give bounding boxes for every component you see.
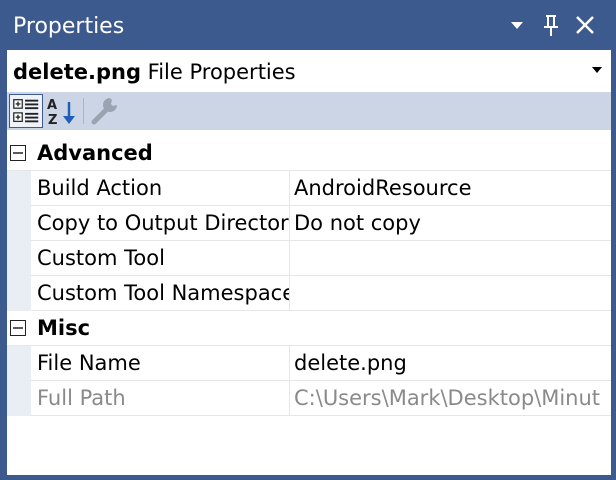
close-icon[interactable] (572, 12, 598, 38)
category-misc[interactable]: Misc (7, 311, 611, 346)
property-toolbar: A Z (7, 92, 611, 130)
dropdown-icon[interactable] (504, 12, 530, 38)
chevron-down-icon[interactable] (590, 64, 604, 76)
category-advanced[interactable]: Advanced (7, 136, 611, 171)
collapse-icon[interactable] (10, 145, 26, 161)
property-row[interactable]: Build Action AndroidResource (7, 171, 611, 206)
property-value[interactable]: Do not copy (290, 206, 611, 240)
property-name: File Name (31, 346, 290, 380)
property-name: Build Action (31, 171, 290, 205)
property-row[interactable]: Full Path C:\Users\Mark\Desktop\Minut (7, 381, 611, 416)
categorized-icon[interactable] (9, 94, 43, 128)
property-name: Full Path (31, 381, 290, 415)
property-row[interactable]: Custom Tool (7, 241, 611, 276)
title-bar: Properties (0, 0, 616, 50)
object-label: delete.png File Properties (13, 60, 296, 84)
toolbar-separator (83, 98, 84, 124)
collapse-icon[interactable] (10, 320, 26, 336)
property-value[interactable] (290, 276, 611, 310)
row-gutter (7, 346, 31, 381)
svg-text:A: A (47, 98, 57, 113)
pin-icon[interactable] (538, 12, 564, 38)
property-name: Custom Tool Namespace (31, 276, 290, 310)
svg-text:Z: Z (48, 113, 57, 128)
property-row[interactable]: File Name delete.png (7, 346, 611, 381)
object-selector[interactable]: delete.png File Properties (7, 50, 611, 92)
window-title: Properties (13, 14, 125, 39)
row-gutter (7, 241, 31, 276)
category-label: Misc (37, 316, 91, 340)
row-gutter (7, 381, 31, 416)
property-pages-icon[interactable] (87, 94, 121, 128)
property-row[interactable]: Copy to Output Directory Do not copy (7, 206, 611, 241)
row-gutter (7, 206, 31, 241)
property-row[interactable]: Custom Tool Namespace (7, 276, 611, 311)
property-name: Copy to Output Directory (31, 206, 290, 240)
property-value[interactable]: delete.png (290, 346, 611, 380)
property-value[interactable]: C:\Users\Mark\Desktop\Minut (290, 381, 611, 415)
property-value[interactable] (290, 241, 611, 275)
property-name: Custom Tool (31, 241, 290, 275)
row-gutter (7, 171, 31, 206)
object-name: delete.png (13, 60, 141, 84)
row-gutter (7, 276, 31, 311)
category-label: Advanced (37, 141, 153, 165)
property-value[interactable]: AndroidResource (290, 171, 611, 205)
alphabetical-icon[interactable]: A Z (45, 94, 79, 128)
property-grid: Advanced Build Action AndroidResource Co… (7, 136, 611, 416)
object-type: File Properties (141, 60, 296, 84)
